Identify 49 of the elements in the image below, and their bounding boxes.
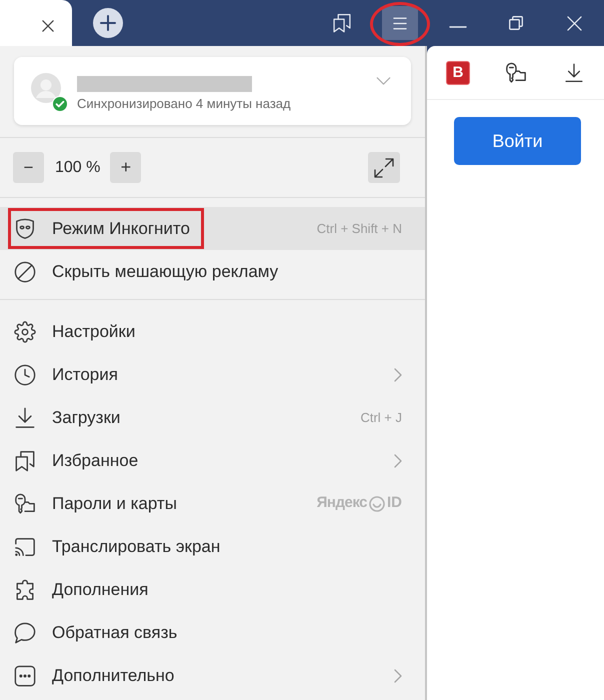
menu-item[interactable]: Дополнительно <box>0 654 425 697</box>
zoom-level: 100 % <box>55 158 100 178</box>
download-icon <box>14 406 36 428</box>
menu-item[interactable]: Транслировать экран <box>0 525 425 568</box>
bookmarks-icon <box>14 450 36 472</box>
download-icon[interactable] <box>564 62 584 82</box>
zoom-out-button[interactable]: − <box>13 152 44 183</box>
clock-icon <box>14 364 36 386</box>
expand-icon <box>374 158 394 178</box>
zoom-in-button[interactable]: + <box>110 152 142 183</box>
prohibited-icon <box>14 260 36 282</box>
service-name: Яндекс <box>316 493 367 514</box>
restore-icon[interactable] <box>509 16 523 30</box>
sync-status: Синхронизировано 4 минуты назад <box>77 95 292 113</box>
menu-item[interactable]: Пароли и карты Яндекс ID <box>0 482 425 525</box>
close-icon[interactable] <box>42 20 54 32</box>
menu-item[interactable]: Загрузки Ctrl + J <box>0 396 425 439</box>
gear-icon <box>14 320 36 342</box>
more-icon <box>14 664 36 686</box>
chevron-right-icon <box>394 454 402 468</box>
menu-item[interactable]: Избранное <box>0 439 425 482</box>
fullscreen-button[interactable] <box>368 152 400 183</box>
menu-item[interactable]: Обратная связь <box>0 611 425 654</box>
cast-icon <box>14 536 36 558</box>
new-tab-button[interactable] <box>93 8 123 38</box>
menu-icon <box>393 16 407 30</box>
menu-item[interactable]: Скрыть мешающую рекламу <box>0 250 425 293</box>
menu-button[interactable] <box>382 6 418 40</box>
shortcut-text: Ctrl + J <box>360 408 402 427</box>
avatar-icon <box>31 73 61 103</box>
mask-icon <box>14 218 36 240</box>
speech-bubble-icon <box>14 622 36 644</box>
menu-item[interactable]: Настройки <box>0 310 425 353</box>
puzzle-icon <box>14 578 36 600</box>
menu-item[interactable]: Дополнения <box>0 568 425 611</box>
key-folder-icon[interactable] <box>505 62 527 84</box>
extension-button[interactable]: B <box>446 60 470 84</box>
plus-icon <box>100 15 116 31</box>
smile-icon <box>369 496 385 512</box>
chevron-right-icon <box>394 368 402 382</box>
login-button[interactable]: Войти <box>454 117 581 165</box>
menu-item[interactable]: История <box>0 353 425 396</box>
id-label: ID <box>387 493 402 514</box>
chevron-right-icon <box>394 668 402 682</box>
bookmarks-icon[interactable] <box>332 13 352 33</box>
menu-item[interactable]: Режим Инкогнито Ctrl + Shift + N <box>0 207 425 250</box>
shortcut-text: Ctrl + Shift + N <box>316 220 402 238</box>
key-folder-icon <box>14 492 36 514</box>
minimize-icon[interactable] <box>449 26 467 28</box>
